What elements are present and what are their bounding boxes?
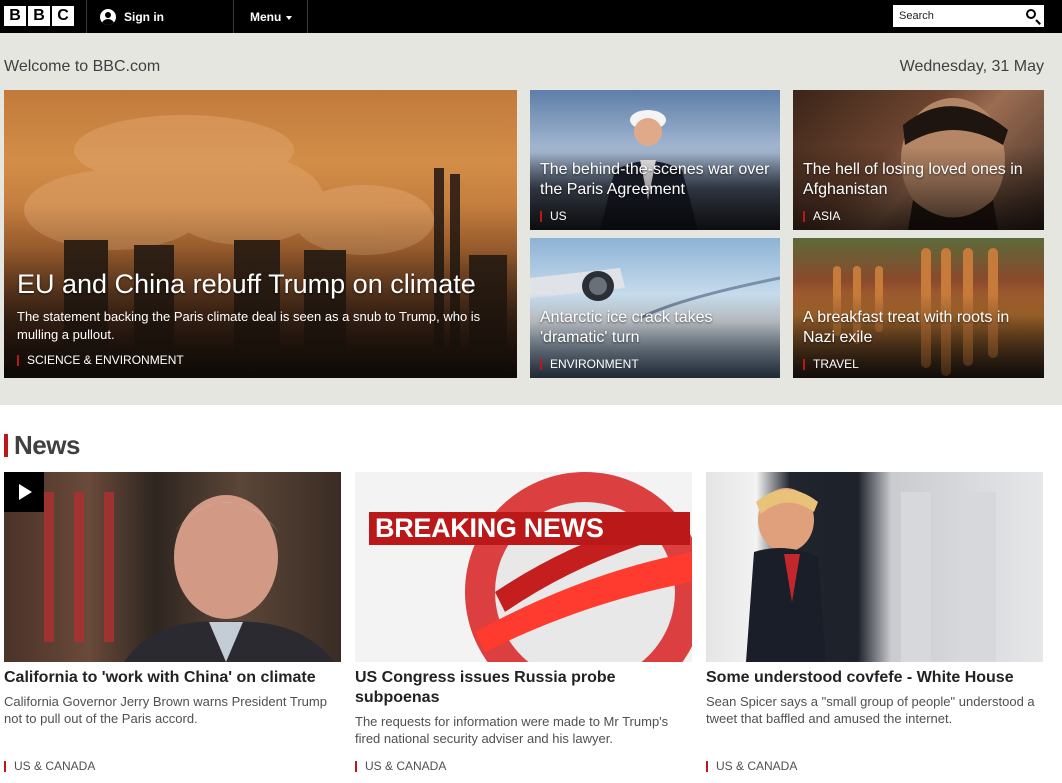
news-card-image[interactable]: BREAKING NEWS (355, 472, 692, 662)
chevron-down-icon (286, 15, 293, 20)
hero-story-travel[interactable]: A breakfast treat with roots in Nazi exi… (793, 238, 1044, 378)
news-card[interactable]: Some understood covfefe - White House Se… (706, 472, 1043, 772)
story-title[interactable]: Antarctic ice crack takes 'dramatic' tur… (540, 308, 772, 348)
logo-letter: B (4, 6, 26, 26)
story-title[interactable]: The behind-the-scenes war over the Paris… (540, 160, 772, 200)
search-icon[interactable] (1026, 9, 1036, 19)
play-icon[interactable] (4, 472, 44, 512)
news-card[interactable]: BREAKING NEWS US Congress issues Russia … (355, 472, 692, 772)
logo-letter: C (52, 6, 74, 26)
accent-bar (4, 434, 8, 457)
divider (233, 0, 234, 33)
hero-story-antarctic[interactable]: Antarctic ice crack takes 'dramatic' tur… (530, 238, 780, 378)
news-heading[interactable]: News (14, 430, 80, 461)
news-card-tag[interactable]: US & CANADA (706, 760, 797, 772)
top-navigation-bar: B B C Sign in Menu (0, 0, 1062, 33)
news-card-summary: Sean Spicer says a "small group of peopl… (706, 694, 1035, 726)
welcome-text: Welcome to BBC.com (4, 58, 161, 75)
news-card-image[interactable] (706, 472, 1043, 662)
divider (86, 0, 87, 33)
hero-main-title[interactable]: EU and China rebuff Trump on climate (17, 268, 509, 300)
divider (307, 0, 308, 33)
bbc-logo[interactable]: B B C (4, 6, 74, 26)
story-tag[interactable]: ENVIRONMENT (540, 358, 639, 370)
logo-letter: B (28, 6, 50, 26)
current-date: Wednesday, 31 May (899, 58, 1044, 75)
story-title[interactable]: A breakfast treat with roots in Nazi exi… (803, 308, 1036, 348)
story-tag[interactable]: US (540, 210, 567, 222)
news-card-tag[interactable]: US & CANADA (4, 760, 95, 772)
menu-label: Menu (250, 9, 282, 24)
sign-in-label: Sign in (124, 9, 164, 24)
news-card[interactable]: California to 'work with China' on clima… (4, 472, 341, 772)
news-card-title[interactable]: US Congress issues Russia probe subpoena… (355, 668, 692, 708)
search-input[interactable] (899, 10, 1014, 22)
user-icon (100, 8, 116, 25)
news-card-image[interactable] (4, 472, 341, 662)
news-card-title[interactable]: Some understood covfefe - White House (706, 668, 1043, 688)
hero-main-tag[interactable]: SCIENCE & ENVIRONMENT (17, 354, 184, 366)
hero-story-afghanistan[interactable]: The hell of losing loved ones in Afghani… (793, 90, 1044, 230)
news-card-tag[interactable]: US & CANADA (355, 760, 446, 772)
hero-story-paris[interactable]: The behind-the-scenes war over the Paris… (530, 90, 780, 230)
search-box (893, 5, 1044, 27)
breaking-news-label: BREAKING NEWS (369, 512, 690, 545)
menu-button[interactable]: Menu (250, 0, 293, 33)
news-card-summary: California Governor Jerry Brown warns Pr… (4, 694, 327, 726)
sign-in-button[interactable]: Sign in (100, 0, 164, 33)
news-card-title[interactable]: California to 'work with China' on clima… (4, 668, 341, 688)
hero-main-story[interactable]: EU and China rebuff Trump on climate The… (4, 90, 517, 378)
governor-photo (44, 492, 334, 662)
news-card-summary: The requests for information were made t… (355, 714, 669, 746)
story-tag[interactable]: TRAVEL (803, 358, 859, 370)
story-title[interactable]: The hell of losing loved ones in Afghani… (803, 160, 1036, 200)
news-section-header: News (4, 430, 80, 461)
hero-main-summary: The statement backing the Paris climate … (17, 309, 481, 342)
story-tag[interactable]: ASIA (803, 210, 840, 222)
white-house-photo (746, 488, 996, 662)
globe-graphic (465, 472, 692, 662)
